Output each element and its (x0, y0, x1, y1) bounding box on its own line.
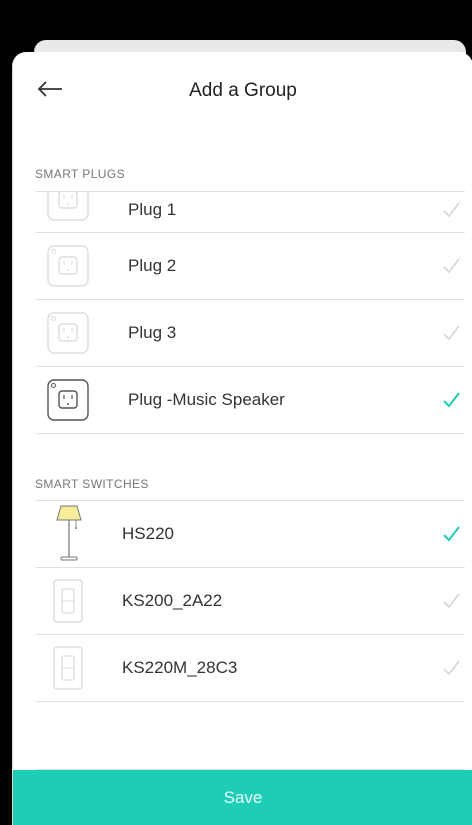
smart-plug-icon (47, 379, 89, 421)
list-item-plug-2[interactable]: Plug 2 (35, 233, 465, 300)
checkmark-icon (443, 593, 460, 609)
floor-lamp-icon (56, 505, 82, 561)
device-name: Plug 1 (128, 200, 177, 219)
wall-switch-icon (53, 646, 83, 690)
app-frame: Add a Group SMART PLUGS Plug 1 Plug 2 Pl… (0, 0, 472, 825)
device-name: Plug -Music Speaker (128, 390, 285, 409)
list-item-plug-1[interactable]: Plug 1 (35, 191, 465, 233)
wall-switch-icon (53, 579, 83, 623)
checkmark-icon (443, 660, 460, 676)
list-item-plug-music-speaker[interactable]: Plug -Music Speaker (35, 367, 465, 434)
checkmark-icon (443, 325, 460, 341)
page-title: Add a Group (189, 80, 297, 101)
list-item-ks200-2a22[interactable]: KS200_2A22 (35, 568, 465, 635)
plug-list: Plug 1 Plug 2 Plug 3 Plug -Music Speaker (35, 191, 465, 434)
device-name: KS220M_28C3 (122, 658, 238, 677)
device-name: HS220 (122, 524, 174, 543)
save-button-label: Save (223, 787, 263, 807)
checkmark-icon (443, 258, 460, 274)
checkmark-icon (443, 392, 460, 408)
list-item-ks220m-28c3[interactable]: KS220M_28C3 (35, 635, 465, 702)
checkmark-icon (443, 526, 460, 542)
smart-plug-icon (47, 245, 89, 287)
device-name: KS200_2A22 (122, 591, 223, 610)
list-item-hs220[interactable]: HS220 (35, 501, 465, 568)
section-label-smart-switches: SMART SWITCHES (35, 477, 149, 491)
switch-list: HS220 KS200_2A22 KS220M_28C3 (35, 500, 465, 702)
smart-plug-icon (47, 192, 89, 221)
header: Add a Group (13, 52, 472, 128)
list-item-plug-3[interactable]: Plug 3 (35, 300, 465, 367)
smart-plug-icon (47, 312, 89, 354)
save-button[interactable]: Save (13, 770, 472, 825)
checkmark-icon (443, 202, 460, 218)
add-group-sheet: Add a Group SMART PLUGS Plug 1 Plug 2 Pl… (12, 52, 472, 825)
device-name: Plug 2 (128, 256, 177, 275)
section-label-smart-plugs: SMART PLUGS (35, 167, 125, 181)
device-name: Plug 3 (128, 323, 177, 342)
